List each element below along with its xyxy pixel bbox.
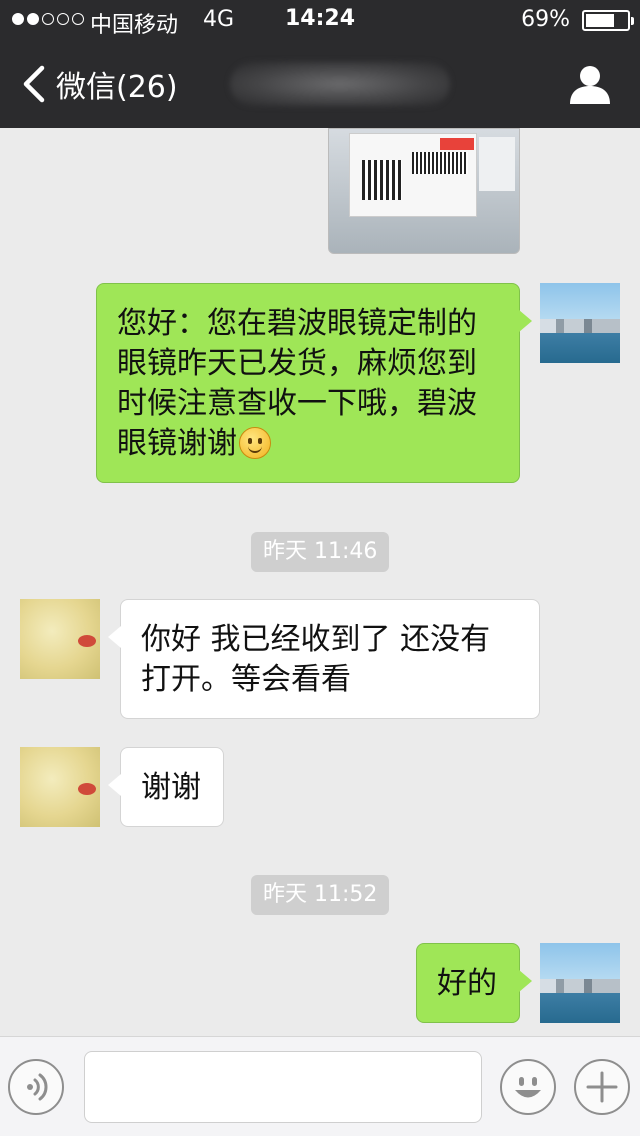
parcel-side	[479, 137, 515, 191]
contact-avatar[interactable]	[20, 599, 100, 679]
battery-icon	[582, 10, 634, 31]
message-line: 打开。等会看看	[141, 662, 351, 697]
emoji-icon	[515, 1077, 541, 1098]
message-bubble-in[interactable]: 谢谢	[108, 747, 224, 827]
nav-bar: 微信(26)	[0, 40, 640, 128]
message-line: 你好 我已经收到了 还没有	[141, 622, 491, 657]
voice-icon	[27, 1073, 48, 1101]
message-bubble-in[interactable]: 你好 我已经收到了 还没有 打开。等会看看	[108, 599, 540, 719]
my-avatar[interactable]	[540, 943, 620, 1023]
message-line: 眼镜谢谢	[117, 424, 499, 464]
more-button[interactable]	[574, 1059, 630, 1115]
message-bubble-out[interactable]: 您好：您在碧波眼镜定制的 眼镜昨天已发货，麻烦您到 时候注意查收一下哦，碧波 眼…	[96, 283, 532, 483]
red-tag	[440, 138, 474, 150]
voice-button[interactable]	[8, 1059, 64, 1115]
image-message[interactable]	[328, 128, 520, 254]
message-line: 好的	[437, 966, 497, 1001]
profile-icon[interactable]	[568, 64, 612, 104]
status-bar: 中国移动 4G 14:24 69%	[0, 0, 640, 40]
message-line-text: 眼镜谢谢	[117, 426, 237, 461]
message-line: 眼镜昨天已发货，麻烦您到	[117, 346, 477, 381]
message-input[interactable]	[84, 1051, 482, 1123]
message-line: 您好：您在碧波眼镜定制的	[117, 306, 477, 341]
chat-title-blurred	[230, 62, 450, 106]
battery-percent: 69%	[521, 7, 570, 32]
timestamp: 昨天 11:52	[251, 875, 390, 915]
message-line: 时候注意查收一下哦，碧波	[117, 386, 477, 421]
header: 中国移动 4G 14:24 69% 微信(26)	[0, 0, 640, 128]
back-label: 微信(26)	[56, 70, 178, 105]
qr-code-icon	[362, 160, 402, 200]
back-button[interactable]: 微信(26)	[18, 62, 178, 106]
barcode-icon	[412, 152, 468, 174]
shipping-label	[349, 133, 477, 217]
my-avatar[interactable]	[540, 283, 620, 363]
message-bubble-out[interactable]: 好的	[416, 943, 532, 1023]
chat-area[interactable]: 您好：您在碧波眼镜定制的 眼镜昨天已发货，麻烦您到 时候注意查收一下哦，碧波 眼…	[0, 128, 640, 1036]
chevron-left-icon	[23, 65, 45, 103]
input-bar	[0, 1036, 640, 1136]
emoji-button[interactable]	[500, 1059, 556, 1115]
timestamp: 昨天 11:46	[251, 532, 390, 572]
smile-emoji-icon	[239, 427, 271, 459]
message-line: 谢谢	[141, 770, 201, 805]
contact-avatar[interactable]	[20, 747, 100, 827]
plus-icon	[586, 1071, 618, 1103]
